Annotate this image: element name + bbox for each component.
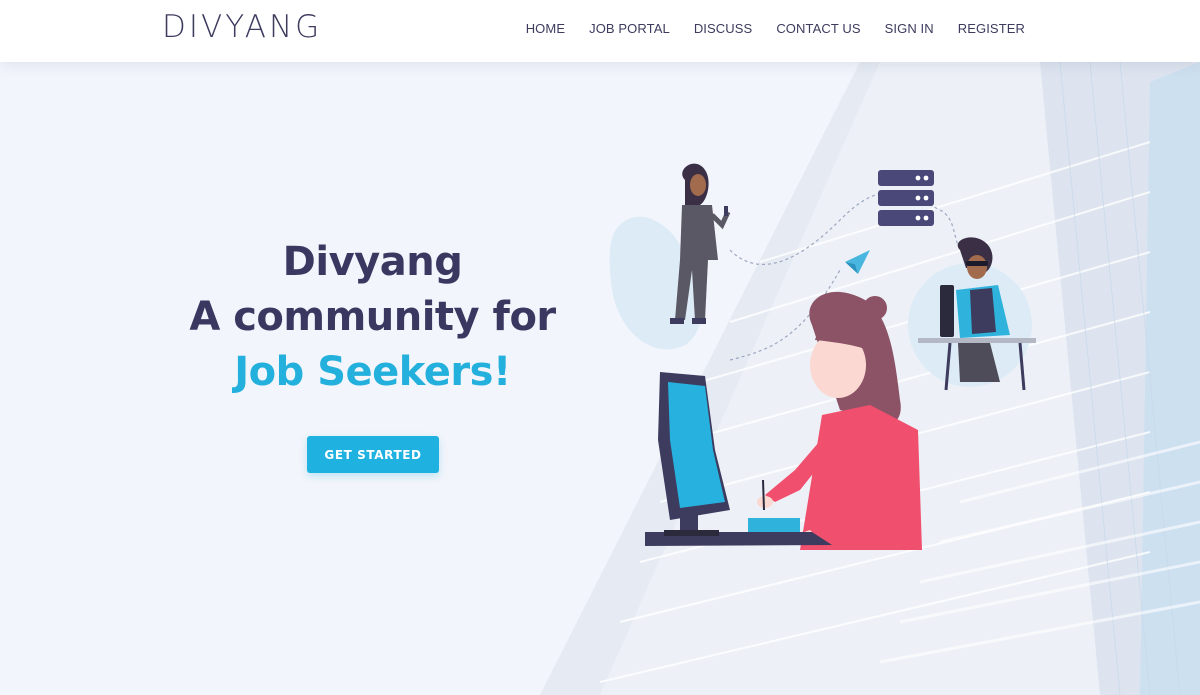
hero-title-line3: Job Seekers! <box>234 349 511 395</box>
hero-title-line1: Divyang <box>282 239 463 285</box>
nav-discuss[interactable]: DISCUSS <box>694 21 753 36</box>
nav-contact-us[interactable]: CONTACT US <box>776 21 860 36</box>
site-header: DIVYANG HOME JOB PORTAL DISCUSS CONTACT … <box>0 0 1200 62</box>
hero-title-line2: A community for <box>189 294 556 340</box>
paper-plane-icon <box>845 250 870 274</box>
nav-register[interactable]: REGISTER <box>958 21 1025 36</box>
site-logo[interactable]: DIVYANG <box>162 9 322 45</box>
get-started-button[interactable]: GET STARTED <box>307 436 439 473</box>
nav-sign-in[interactable]: SIGN IN <box>885 21 934 36</box>
hero-illustration <box>609 163 1036 550</box>
server-icon <box>878 170 934 226</box>
hero-heading: Divyang A community for Job Seekers! <box>120 235 625 400</box>
nav-home[interactable]: HOME <box>526 21 565 36</box>
nav-job-portal[interactable]: JOB PORTAL <box>589 21 670 36</box>
main-nav: HOME JOB PORTAL DISCUSS CONTACT US SIGN … <box>526 21 1025 36</box>
